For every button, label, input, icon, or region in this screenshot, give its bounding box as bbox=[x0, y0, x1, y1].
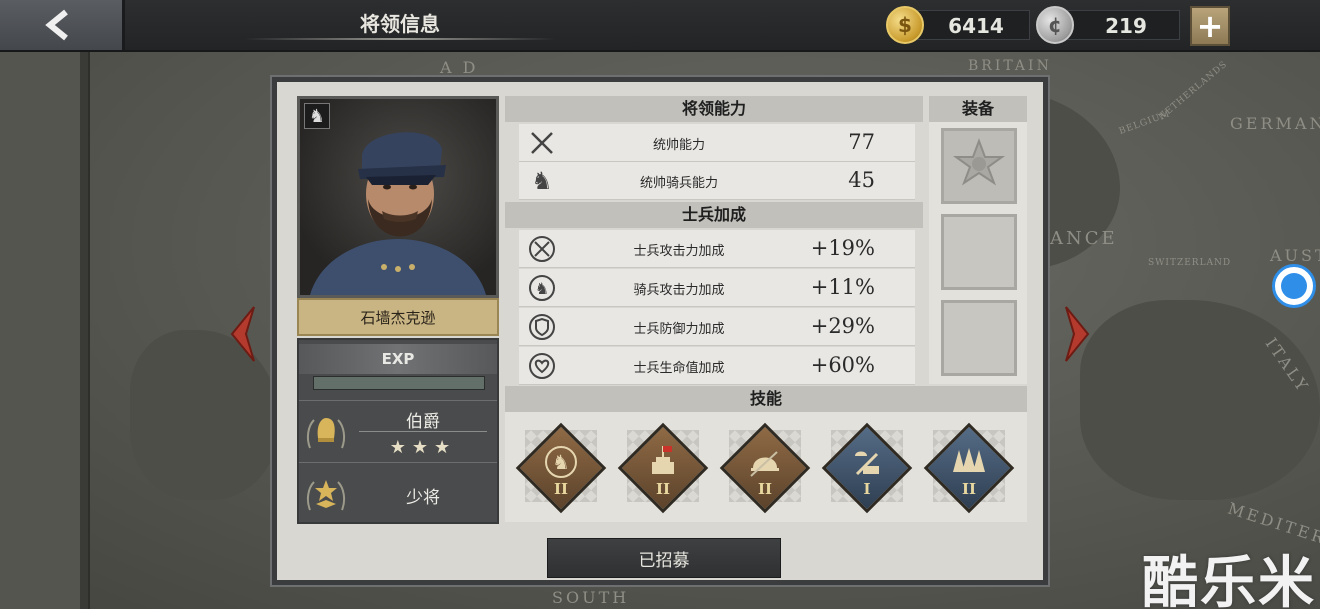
skill-slot[interactable]: II bbox=[719, 422, 811, 514]
chevron-left-icon bbox=[45, 9, 68, 41]
previous-general-arrow-icon[interactable] bbox=[228, 305, 256, 363]
title-rank-row: 伯爵 ★★★ bbox=[299, 400, 497, 462]
stat-label: 统帅骑兵能力 bbox=[639, 176, 718, 191]
equipment-slot[interactable] bbox=[941, 300, 1017, 376]
next-general-arrow-icon[interactable] bbox=[1064, 305, 1092, 363]
stat-label: 士兵生命值加成 bbox=[633, 361, 725, 376]
add-currency-button[interactable]: + bbox=[1190, 6, 1230, 46]
exp-label: EXP bbox=[299, 344, 497, 374]
engineer-icon bbox=[847, 442, 887, 482]
map-edge-line bbox=[80, 52, 88, 609]
skill-level: II bbox=[655, 480, 671, 498]
title-rank-label: 伯爵 bbox=[406, 412, 440, 432]
stat-label: 统帅能力 bbox=[652, 138, 705, 153]
stat-value: +60% bbox=[810, 353, 875, 377]
skill-level: II bbox=[961, 480, 977, 498]
silver-counter: ¢ 219 bbox=[1036, 6, 1180, 44]
stat-row: 士兵攻击力加成 +19% bbox=[519, 230, 915, 268]
crossed-swords-icon bbox=[527, 128, 557, 158]
equipment-slots bbox=[929, 122, 1027, 384]
map-label: AUST bbox=[1270, 246, 1320, 265]
general-name: 石墙杰克逊 bbox=[297, 298, 499, 336]
top-bar: 将领信息 $ 6414 ¢ 219 + bbox=[0, 0, 1320, 52]
skills-list: ♞ II II II I II bbox=[505, 412, 1027, 522]
stats-section: 将领能力 统帅能力 77 ♞ 统帅骑兵能力 45 士兵加成 士兵攻击力加成 +1… bbox=[505, 96, 927, 385]
military-rank-label: 少将 bbox=[406, 488, 440, 508]
skill-slot[interactable]: II bbox=[617, 422, 709, 514]
cavalry-icon: ♞ bbox=[541, 442, 581, 482]
stat-label: 骑兵攻击力加成 bbox=[633, 283, 725, 298]
floating-assist-button[interactable] bbox=[1272, 264, 1316, 308]
svg-text:♞: ♞ bbox=[535, 279, 549, 298]
helmet-icon bbox=[745, 442, 785, 482]
skill-slot[interactable]: ♞ II bbox=[515, 422, 607, 514]
map-label: SWITZERLAND bbox=[1148, 258, 1232, 268]
stat-value: 77 bbox=[848, 130, 875, 154]
skill-level: II bbox=[553, 480, 569, 498]
horse-head-icon: ♞ bbox=[531, 167, 553, 195]
gold-amount: 6414 bbox=[948, 14, 1004, 38]
equipment-slot[interactable] bbox=[941, 214, 1017, 290]
svg-text:♞: ♞ bbox=[552, 450, 570, 474]
skill-level: II bbox=[757, 480, 773, 498]
cavalry-bonus-icon: ♞ bbox=[527, 273, 557, 303]
rank-panel: EXP 伯爵 ★★★ 少将 bbox=[297, 338, 499, 524]
map-label: SOUTH bbox=[552, 588, 630, 607]
stat-value: +11% bbox=[810, 275, 875, 299]
silver-coin-icon: ¢ bbox=[1036, 6, 1074, 44]
back-button[interactable] bbox=[0, 0, 125, 50]
equipment-header: 装备 bbox=[929, 96, 1027, 122]
rank-stars: ★★★ bbox=[389, 437, 457, 458]
stat-value: +19% bbox=[810, 236, 875, 260]
cavalry-badge-icon: ♞ bbox=[304, 103, 330, 129]
map-label: GERMANY bbox=[1230, 114, 1320, 133]
map-label: ANCE bbox=[1050, 228, 1118, 249]
stat-row: 统帅能力 77 bbox=[519, 124, 915, 162]
title-underline bbox=[245, 38, 555, 40]
fortification-icon bbox=[643, 442, 683, 482]
general-rank-insignia-icon bbox=[303, 469, 349, 519]
shield-icon bbox=[527, 312, 557, 342]
map-label: A D bbox=[440, 58, 479, 77]
equipment-slot-medal[interactable] bbox=[941, 128, 1017, 204]
map-edge bbox=[0, 52, 90, 609]
exp-progress-bar bbox=[313, 376, 485, 390]
stat-row: 士兵生命值加成 +60% bbox=[519, 347, 915, 385]
stat-row: ♞ 骑兵攻击力加成 +11% bbox=[519, 269, 915, 307]
general-portrait: ♞ bbox=[297, 96, 499, 298]
gold-counter: $ 6414 bbox=[886, 6, 1030, 44]
abilities-header: 将领能力 bbox=[505, 96, 923, 122]
general-info-panel: ♞ 石墙杰克逊 EXP 伯爵 ★★★ 少将 将领能力 统帅能力 77 ♞ 统帅骑… bbox=[272, 77, 1048, 585]
stat-label: 士兵攻击力加成 bbox=[633, 244, 725, 259]
recruited-button[interactable]: 已招募 bbox=[547, 538, 781, 578]
nobility-helmet-icon bbox=[303, 407, 349, 457]
skills-header: 技能 bbox=[505, 386, 1027, 412]
watermark: 酷乐米 bbox=[1142, 551, 1316, 609]
heart-icon bbox=[527, 351, 557, 381]
medal-icon bbox=[952, 138, 1006, 186]
military-rank-row: 少将 bbox=[299, 462, 497, 524]
stat-value: +29% bbox=[810, 314, 875, 338]
skill-level: I bbox=[863, 480, 871, 498]
map-label: BRITAIN bbox=[968, 58, 1052, 74]
silver-amount: 219 bbox=[1105, 14, 1147, 38]
forest-icon bbox=[949, 442, 989, 482]
map-label: BELGIUM bbox=[1117, 109, 1172, 137]
attack-bonus-icon bbox=[527, 234, 557, 264]
stat-row: 士兵防御力加成 +29% bbox=[519, 308, 915, 346]
page-title: 将领信息 bbox=[360, 12, 440, 36]
skill-slot[interactable]: II bbox=[923, 422, 1015, 514]
stat-label: 士兵防御力加成 bbox=[633, 322, 725, 337]
skill-slot[interactable]: I bbox=[821, 422, 913, 514]
bonuses-header: 士兵加成 bbox=[505, 202, 923, 228]
stat-value: 45 bbox=[848, 168, 875, 192]
stat-row: ♞ 统帅骑兵能力 45 bbox=[519, 162, 915, 200]
gold-coin-icon: $ bbox=[886, 6, 924, 44]
